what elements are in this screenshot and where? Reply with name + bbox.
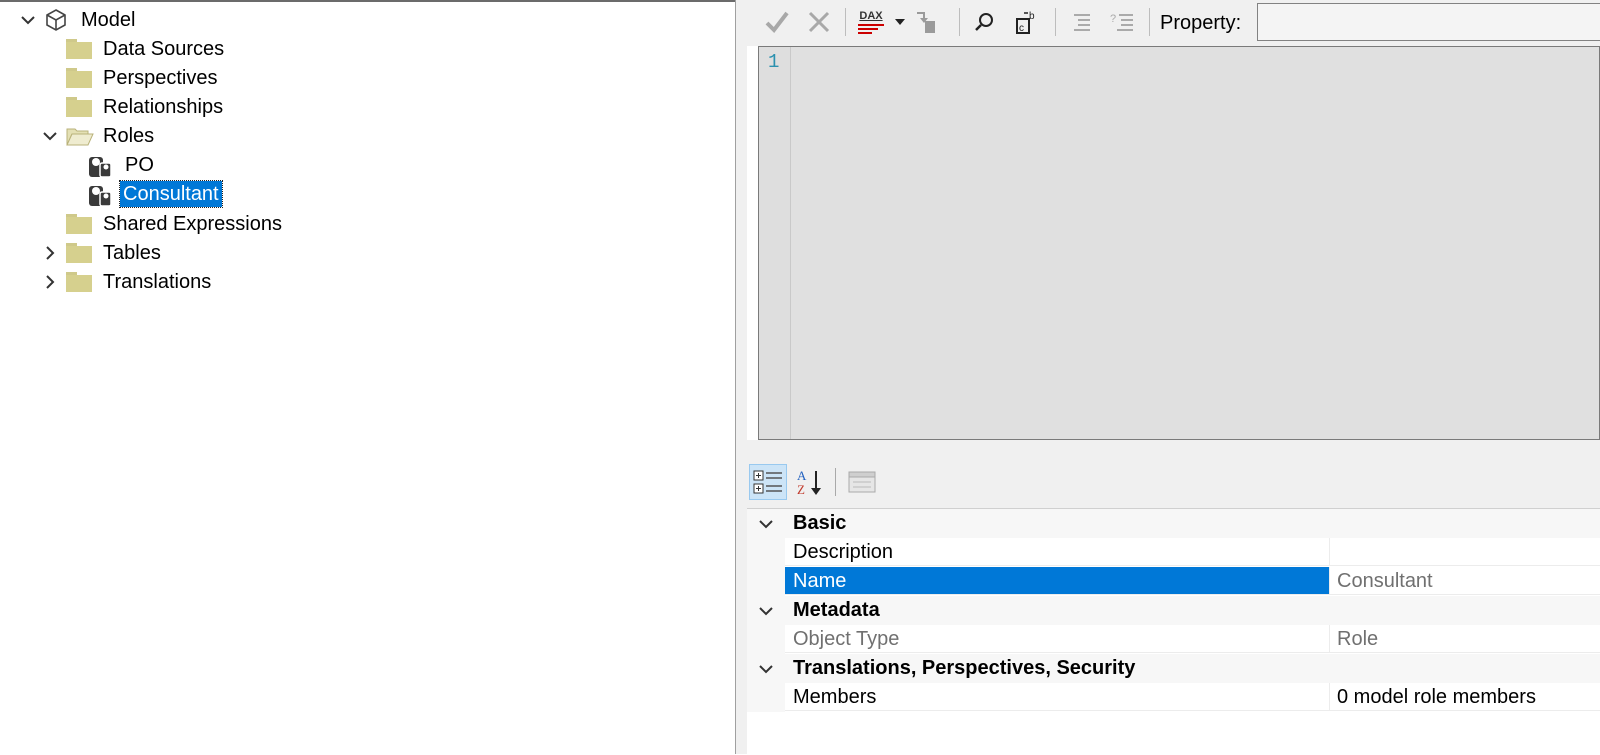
sort-alphabetical-icon[interactable]: AZ (791, 464, 829, 500)
comment-lines-icon[interactable] (1065, 6, 1095, 38)
expression-toolbar: DAX cb ? Property: (747, 0, 1600, 46)
replace-icon[interactable]: cb (1011, 6, 1043, 38)
folder-open-icon (66, 126, 94, 146)
cube-icon (44, 8, 68, 32)
chevron-down-icon[interactable] (20, 12, 36, 28)
property-value[interactable]: 0 model role members (1330, 683, 1600, 711)
folder-icon (66, 243, 92, 263)
panel-splitter[interactable] (735, 0, 747, 754)
properties-panel: AZ Basic Description Name Consultant Met… (747, 440, 1600, 755)
role-icon (87, 153, 113, 179)
folder-icon (66, 214, 92, 234)
property-name-selected[interactable]: Name (785, 567, 1330, 595)
property-grid: Basic Description Name Consultant Metada… (747, 508, 1600, 755)
tree-node-label[interactable]: Translations (100, 269, 214, 295)
svg-text:c: c (1019, 23, 1024, 34)
category-label: Metadata (793, 599, 880, 621)
toolbar-separator (1055, 8, 1056, 36)
toolbar-separator (1149, 8, 1150, 36)
tree-node-shared-expressions[interactable]: Shared Expressions (0, 210, 735, 238)
uncomment-lines-icon[interactable]: ? (1107, 6, 1137, 38)
folder-icon (66, 39, 92, 59)
category-translations-perspectives-security[interactable]: Translations, Perspectives, Security (747, 654, 1600, 683)
category-label: Basic (793, 512, 847, 534)
chevron-right-icon[interactable] (42, 245, 58, 261)
tree-node-label-selected[interactable]: Consultant (119, 180, 223, 208)
tree-node-label[interactable]: PO (122, 152, 157, 178)
tree-node-perspectives[interactable]: Perspectives (0, 64, 735, 92)
toolbar-separator (959, 8, 960, 36)
svg-text:b: b (1029, 11, 1035, 22)
line-number: 1 (768, 51, 780, 73)
category-label: Translations, Perspectives, Security (793, 657, 1136, 679)
tree-node-label[interactable]: Relationships (100, 94, 226, 120)
category-basic[interactable]: Basic (747, 509, 1600, 538)
dropdown-arrow-icon[interactable] (893, 6, 907, 38)
deploy-icon[interactable] (911, 6, 941, 38)
search-icon[interactable] (969, 6, 999, 38)
expression-editor[interactable]: 1 (758, 46, 1600, 440)
chevron-down-icon[interactable] (757, 660, 775, 676)
folder-icon (66, 68, 92, 88)
svg-text:Z: Z (797, 482, 805, 497)
svg-text:?: ? (1110, 13, 1116, 25)
categorized-view-icon[interactable] (749, 464, 787, 500)
tree-node-label[interactable]: Tables (100, 240, 164, 266)
tree-node-label[interactable]: Perspectives (100, 65, 221, 91)
property-name[interactable]: Description (785, 538, 1330, 566)
property-name[interactable]: Members (785, 683, 1330, 711)
toolbar-separator (835, 468, 836, 496)
tree-node-tables[interactable]: Tables (0, 239, 735, 267)
folder-icon (66, 97, 92, 117)
tree-node-translations[interactable]: Translations (0, 268, 735, 296)
tree-node-model[interactable]: Model (0, 6, 735, 34)
tree-node-label[interactable]: Model (78, 7, 138, 33)
property-label: Property: (1160, 12, 1242, 34)
tree-node-relationships[interactable]: Relationships (0, 93, 735, 121)
property-row-name[interactable]: Name Consultant (747, 567, 1600, 596)
tree-node-role-consultant[interactable]: Consultant (0, 180, 735, 208)
tree-node-label[interactable]: Data Sources (100, 36, 227, 62)
chevron-down-icon[interactable] (42, 128, 58, 144)
model-tree-panel[interactable]: Model Data Sources Perspectives Relation… (0, 0, 735, 754)
cancel-x-icon[interactable] (803, 6, 835, 38)
chevron-right-icon[interactable] (42, 274, 58, 290)
tree-node-roles[interactable]: Roles (0, 122, 735, 150)
property-row-members[interactable]: Members 0 model role members (747, 683, 1600, 712)
tree-node-label[interactable]: Shared Expressions (100, 211, 285, 237)
folder-icon (66, 272, 92, 292)
chevron-down-icon[interactable] (757, 602, 775, 618)
property-row-description[interactable]: Description (747, 538, 1600, 567)
property-value[interactable]: Consultant (1330, 567, 1600, 595)
property-row-object-type[interactable]: Object Type Role (747, 625, 1600, 654)
chevron-down-icon[interactable] (757, 515, 775, 531)
property-name[interactable]: Object Type (785, 625, 1330, 653)
property-dropdown[interactable] (1257, 3, 1600, 41)
property-grid-toolbar: AZ (747, 460, 1600, 504)
property-value: Role (1330, 625, 1600, 653)
property-value[interactable] (1330, 538, 1600, 566)
role-icon (87, 182, 113, 208)
tree-node-data-sources[interactable]: Data Sources (0, 35, 735, 63)
toolbar-separator (845, 8, 846, 36)
tree-node-label[interactable]: Roles (100, 123, 157, 149)
accept-checkmark-icon[interactable] (761, 6, 793, 38)
line-number-gutter: 1 (759, 47, 791, 439)
svg-text:A: A (797, 468, 807, 483)
category-metadata[interactable]: Metadata (747, 596, 1600, 625)
tree-node-role-po[interactable]: PO (0, 151, 735, 179)
dax-formatter-icon[interactable]: DAX (853, 6, 889, 38)
property-pages-icon[interactable] (843, 464, 881, 500)
